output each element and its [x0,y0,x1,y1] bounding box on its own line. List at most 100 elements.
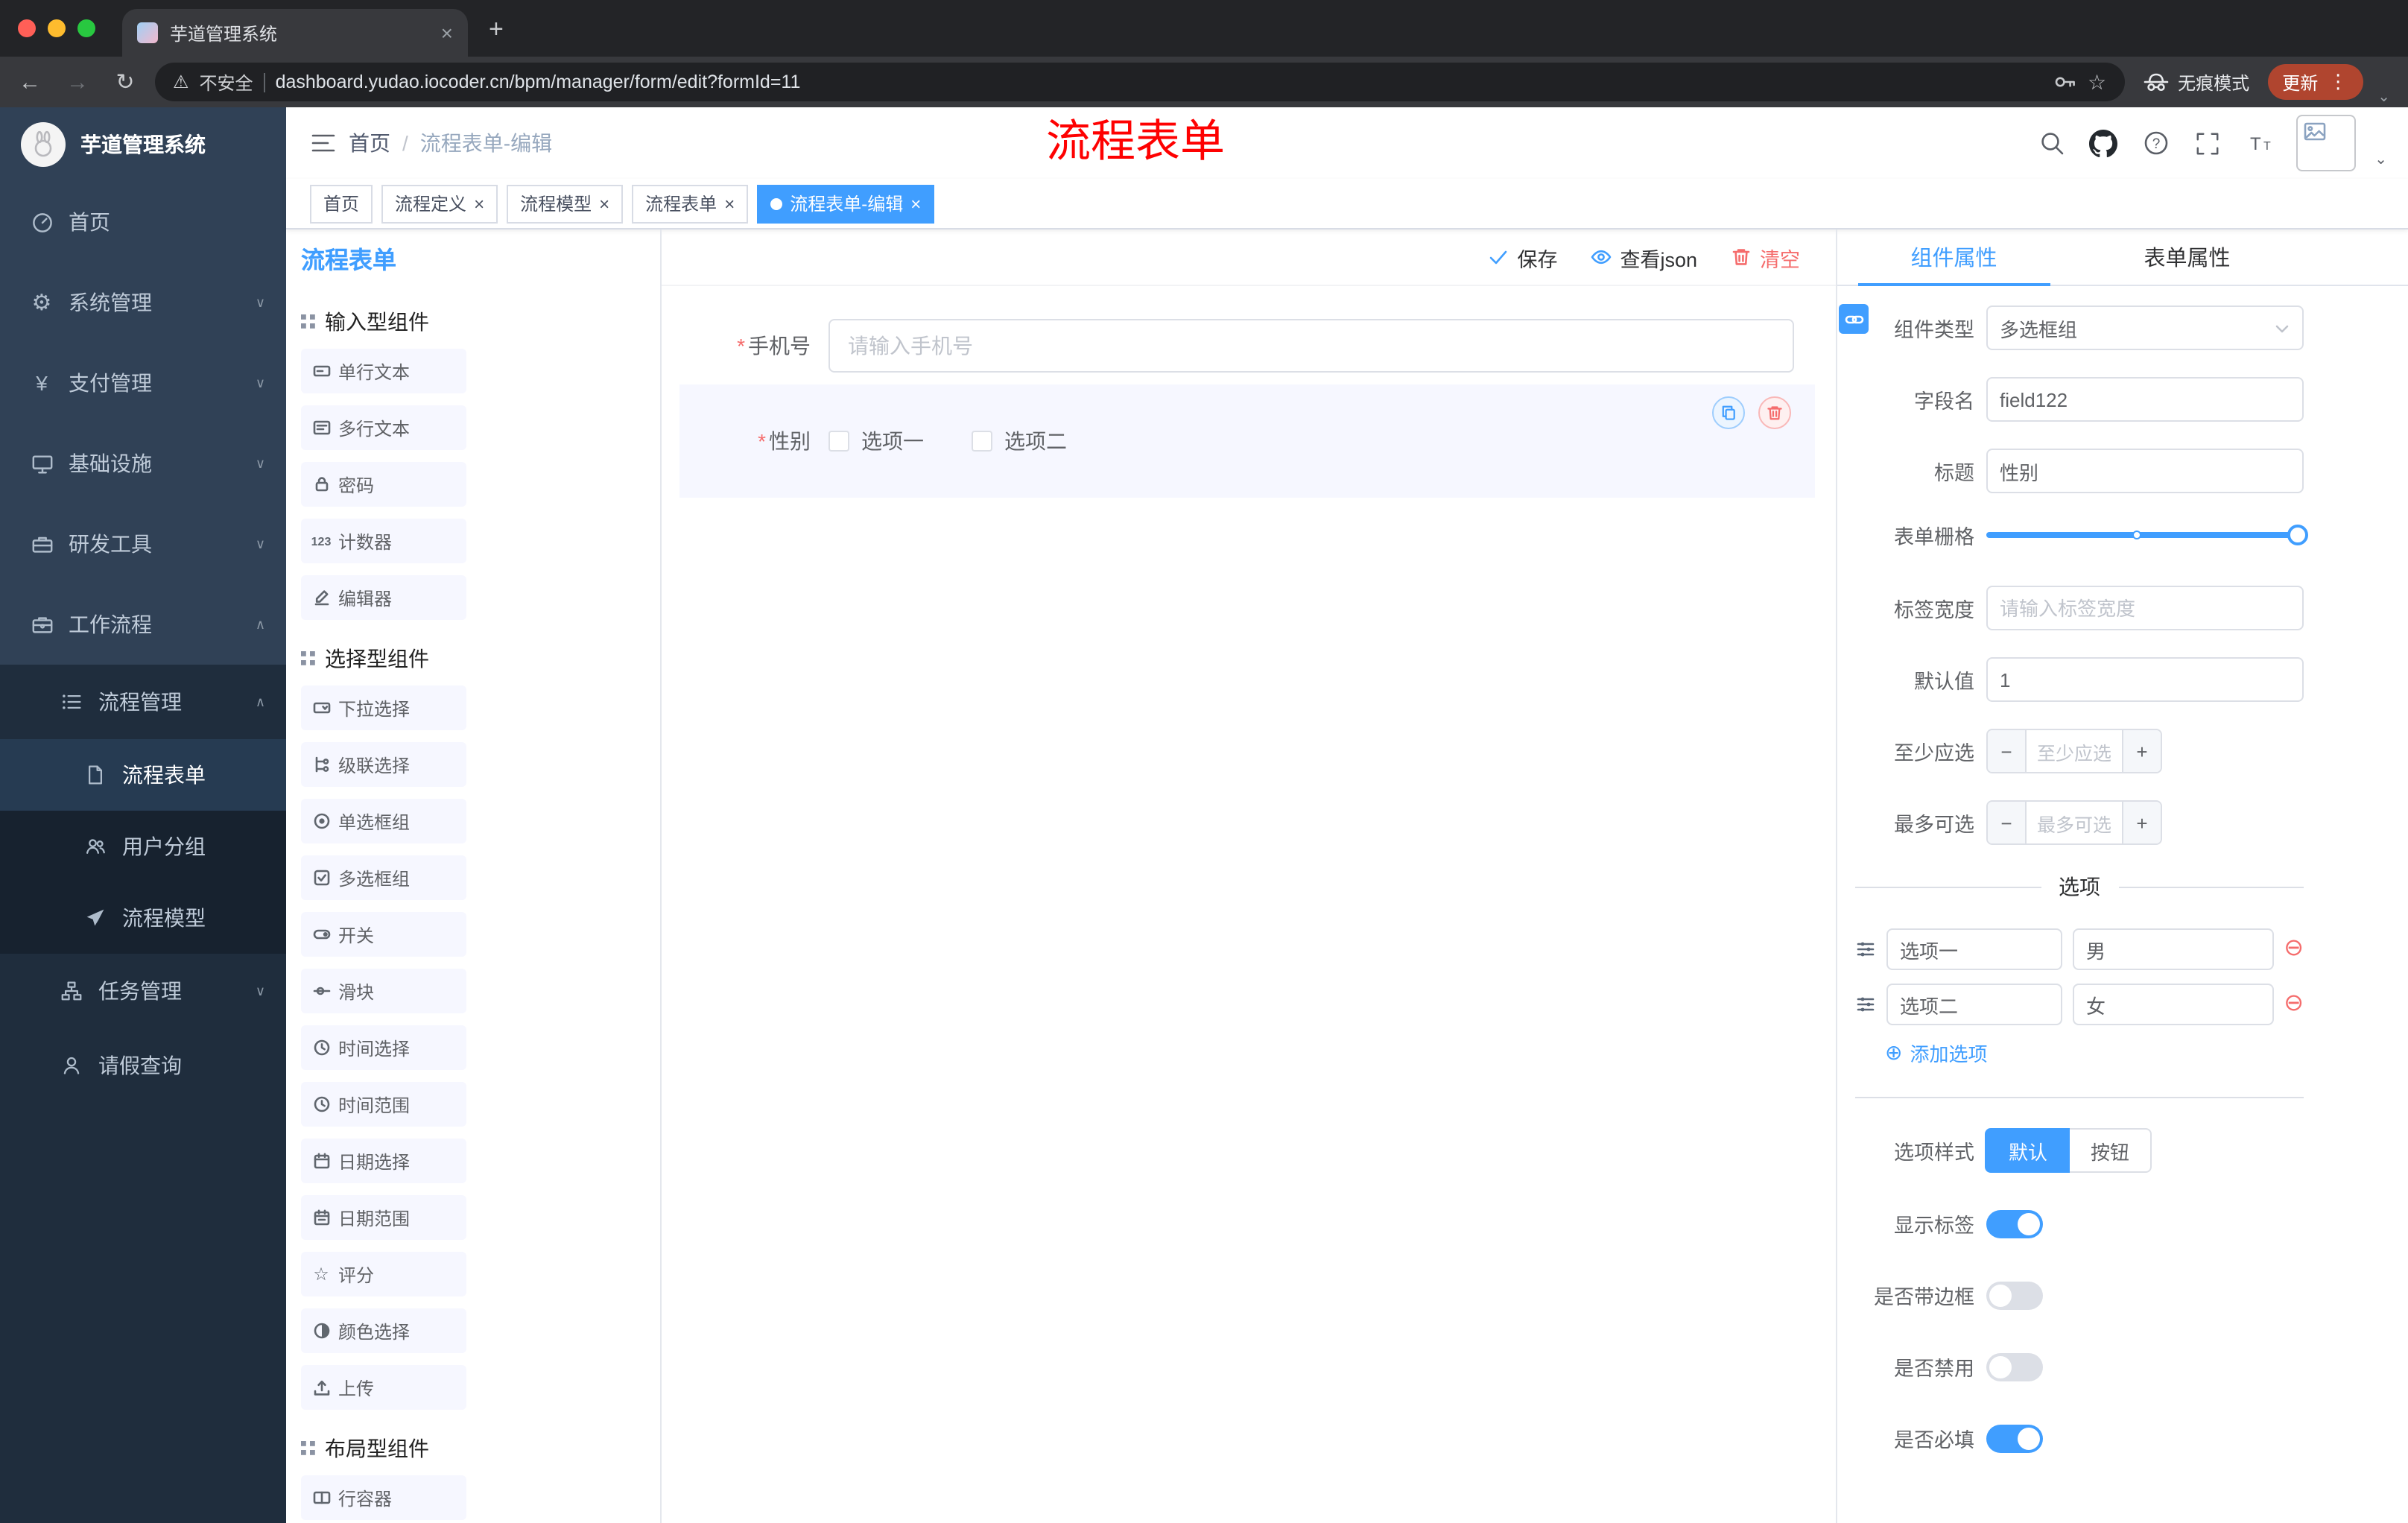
component-cascader[interactable]: 级联选择 [301,742,466,787]
increase-icon[interactable]: + [2122,802,2161,843]
checkbox-box[interactable] [972,431,992,452]
password-key-icon[interactable] [2053,70,2077,94]
search-icon[interactable] [2035,127,2068,159]
sidebar-item-process-form[interactable]: 流程表单 [0,739,286,811]
slider-handle[interactable] [2287,525,2308,545]
remove-option-icon[interactable]: ⊖ [2284,992,2304,1016]
show-label-switch[interactable] [1986,1209,2043,1238]
reload-icon[interactable]: ↻ [107,64,143,100]
sidebar-item-dev-tools[interactable]: 研发工具 ∨ [0,504,286,584]
tag-process-model[interactable]: 流程模型 × [507,184,624,223]
option-label-input[interactable] [1886,928,2062,970]
component-radio-group[interactable]: 单选框组 [301,799,466,843]
tag-close-icon[interactable]: × [910,194,921,212]
forward-icon[interactable]: → [60,64,95,100]
delete-widget-button[interactable] [1758,396,1791,429]
checkbox-box[interactable] [828,431,849,452]
sidebar-item-system-mgmt[interactable]: ⚙ 系统管理 ∨ [0,262,286,343]
component-type-select[interactable]: 多选框组 [1986,305,2304,350]
component-upload[interactable]: 上传 [301,1365,466,1410]
security-label[interactable]: 不安全 [200,69,253,95]
tag-process-form-edit[interactable]: 流程表单-编辑 × [757,184,935,223]
close-window-button[interactable] [18,19,36,37]
new-tab-button[interactable]: + [489,15,504,45]
tab-close-icon[interactable]: × [441,22,453,43]
browser-menu-icon[interactable]: ⋮ [2328,70,2348,94]
save-button[interactable]: 保存 [1487,242,1557,272]
sidebar-item-payment-mgmt[interactable]: ¥ 支付管理 ∨ [0,343,286,423]
sidebar-item-infrastructure[interactable]: 基础设施 ∨ [0,423,286,504]
drag-handle-icon[interactable] [1855,994,1876,1015]
option-value-input[interactable] [2073,928,2274,970]
component-password[interactable]: 密码 [301,462,466,507]
option-style-button[interactable]: 按钮 [2070,1128,2152,1173]
tab-form-props[interactable]: 表单属性 [2070,229,2304,285]
maximize-window-button[interactable] [77,19,95,37]
option-style-default[interactable]: 默认 [1986,1128,2070,1173]
add-option-button[interactable]: ⊕ 添加选项 [1885,1039,2304,1067]
minimize-window-button[interactable] [48,19,66,37]
decrease-icon[interactable]: − [1988,730,2027,772]
tag-close-icon[interactable]: × [599,194,609,212]
required-switch[interactable] [1986,1424,2043,1452]
phone-field-row[interactable]: * 手机号 [679,319,1815,373]
component-slider[interactable]: 滑块 [301,969,466,1013]
label-width-input[interactable] [1986,586,2304,630]
update-button[interactable]: 更新 ⋮ [2267,64,2363,100]
help-icon[interactable]: ? [2139,127,2172,159]
link-icon[interactable] [1839,304,1869,334]
hamburger-icon[interactable] [298,130,349,156]
component-select[interactable]: 下拉选择 [301,685,466,730]
sidebar-item-home[interactable]: 首页 [0,182,286,262]
increase-icon[interactable]: + [2122,730,2161,772]
bookmark-star-icon[interactable]: ☆ [2088,69,2106,95]
field-name-input[interactable] [1986,377,2304,422]
tag-close-icon[interactable]: × [474,194,484,212]
component-counter[interactable]: 123 计数器 [301,519,466,563]
component-row-container[interactable]: 行容器 [301,1475,466,1520]
component-time-range[interactable]: 时间范围 [301,1082,466,1127]
option-value-input[interactable] [2073,984,2274,1025]
sidebar-item-workflow[interactable]: 工作流程 ∧ [0,584,286,665]
tab-component-props[interactable]: 组件属性 [1837,229,2070,286]
form-grid-slider[interactable] [1986,525,2308,545]
font-size-icon[interactable]: TT [2243,127,2276,159]
clear-button[interactable]: 清空 [1730,242,1800,272]
option-label-input[interactable] [1886,984,2062,1025]
sidebar-item-leave-query[interactable]: 请假查询 [0,1028,286,1103]
address-bar[interactable]: ⚠ 不安全 dashboard.yudao.iocoder.cn/bpm/man… [155,63,2125,101]
selected-widget-gender[interactable]: * 性别 选项一 选项二 [679,384,1815,498]
component-color-picker[interactable]: 颜色选择 [301,1308,466,1353]
checkbox-option1[interactable]: 选项一 [828,426,924,456]
component-switch[interactable]: 开关 [301,912,466,957]
copy-widget-button[interactable] [1712,396,1745,429]
title-input[interactable] [1986,449,2304,493]
decrease-icon[interactable]: − [1988,802,2027,843]
tag-process-definition[interactable]: 流程定义 × [381,184,498,223]
github-icon[interactable] [2087,127,2120,159]
sidebar-item-process-model[interactable]: 流程模型 [0,882,286,954]
default-value-input[interactable] [1986,657,2304,702]
component-time-picker[interactable]: 时间选择 [301,1025,466,1070]
phone-input[interactable] [828,319,1794,373]
component-editor[interactable]: 编辑器 [301,575,466,620]
sidebar-item-user-groups[interactable]: 用户分组 [0,811,286,882]
border-switch[interactable] [1986,1281,2043,1309]
tag-home[interactable]: 首页 [310,184,373,223]
breadcrumb-home[interactable]: 首页 [349,128,390,158]
remove-option-icon[interactable]: ⊖ [2284,937,2304,961]
component-single-line-text[interactable]: 单行文本 [301,349,466,393]
component-checkbox-group[interactable]: 多选框组 [301,855,466,900]
component-multi-line-text[interactable]: 多行文本 [301,405,466,450]
component-date-picker[interactable]: 日期选择 [301,1139,466,1183]
back-icon[interactable]: ← [12,64,48,100]
view-json-button[interactable]: 查看json [1590,242,1697,272]
browser-tab[interactable]: 芋道管理系统 × [122,9,468,57]
tag-close-icon[interactable]: × [724,194,735,212]
sidebar-item-process-mgmt[interactable]: 流程管理 ∧ [0,665,286,739]
checkbox-option2[interactable]: 选项二 [972,426,1067,456]
tag-process-form[interactable]: 流程表单 × [632,184,749,223]
drag-handle-icon[interactable] [1855,939,1876,960]
disabled-switch[interactable] [1986,1352,2043,1381]
toolbar-caret-icon[interactable]: ⌄ [2377,90,2390,106]
